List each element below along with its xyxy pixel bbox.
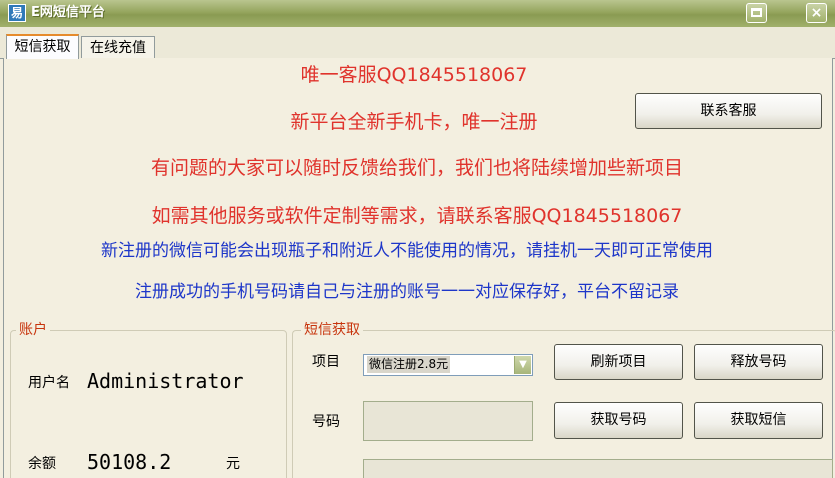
tab-online-recharge[interactable]: 在线充值 bbox=[81, 36, 155, 58]
contact-service-button[interactable]: 联系客服 bbox=[635, 93, 822, 129]
notice-feedback: 有问题的大家可以随时反馈给我们，我们也将陆续增加些新项目 bbox=[150, 157, 683, 179]
app-window: 易 E网短信平台 × 短信获取 在线充值 唯一客服QQ1845518067 新平… bbox=[0, 0, 835, 478]
get-number-button[interactable]: 获取号码 bbox=[554, 402, 683, 439]
sms-content-field[interactable] bbox=[363, 459, 833, 478]
notice-customer-service-qq: 唯一客服QQ1845518067 bbox=[300, 64, 528, 86]
maximize-button[interactable] bbox=[746, 3, 767, 23]
refresh-project-button[interactable]: 刷新项目 bbox=[554, 344, 683, 380]
tab-sms-fetch[interactable]: 短信获取 bbox=[6, 34, 79, 59]
tab-strip: 短信获取 在线充值 bbox=[0, 27, 835, 59]
account-group-label: 账户 bbox=[16, 321, 50, 339]
release-number-button[interactable]: 释放号码 bbox=[694, 344, 823, 380]
balance-value: 50108.2 bbox=[87, 450, 172, 474]
sms-fetch-group: 短信获取 项目 微信注册2.8元 ▼ 刷新项目 释放号码 号码 获取号码 获取短… bbox=[292, 321, 835, 478]
notice-new-platform: 新平台全新手机卡，唯一注册 bbox=[290, 111, 538, 133]
account-group: 账户 用户名 Administrator 余额 50108.2 元 bbox=[10, 321, 287, 478]
sms-group-label: 短信获取 bbox=[301, 321, 363, 339]
notice-wechat-warning: 新注册的微信可能会出现瓶子和附近人不能使用的情况，请挂机一天即可正常使用 bbox=[101, 241, 713, 261]
balance-unit: 元 bbox=[226, 456, 240, 472]
notice-custom-service: 如需其他服务或软件定制等需求，请联系客服QQ1845518067 bbox=[151, 205, 683, 227]
project-selected-value: 微信注册2.8元 bbox=[367, 356, 451, 373]
username-value: Administrator bbox=[87, 369, 244, 393]
notice-save-numbers: 注册成功的手机号码请自己与注册的账号一一对应保存好，平台不留记录 bbox=[135, 282, 679, 302]
tab-content: 唯一客服QQ1845518067 新平台全新手机卡，唯一注册 有问题的大家可以随… bbox=[3, 58, 835, 478]
get-sms-button[interactable]: 获取短信 bbox=[694, 402, 823, 439]
app-logo-icon: 易 bbox=[8, 4, 26, 22]
window-title: E网短信平台 bbox=[31, 5, 105, 20]
project-select[interactable]: 微信注册2.8元 ▼ bbox=[363, 354, 533, 376]
balance-label: 余额 bbox=[28, 456, 56, 472]
maximize-icon bbox=[751, 8, 762, 17]
phone-number-field[interactable] bbox=[363, 401, 533, 441]
chevron-down-icon[interactable]: ▼ bbox=[514, 356, 531, 374]
number-label: 号码 bbox=[312, 414, 340, 430]
username-label: 用户名 bbox=[28, 375, 70, 391]
close-button[interactable]: × bbox=[806, 3, 827, 23]
project-label: 项目 bbox=[312, 354, 340, 370]
title-bar[interactable]: 易 E网短信平台 × bbox=[0, 0, 835, 28]
close-icon: × bbox=[810, 5, 823, 21]
